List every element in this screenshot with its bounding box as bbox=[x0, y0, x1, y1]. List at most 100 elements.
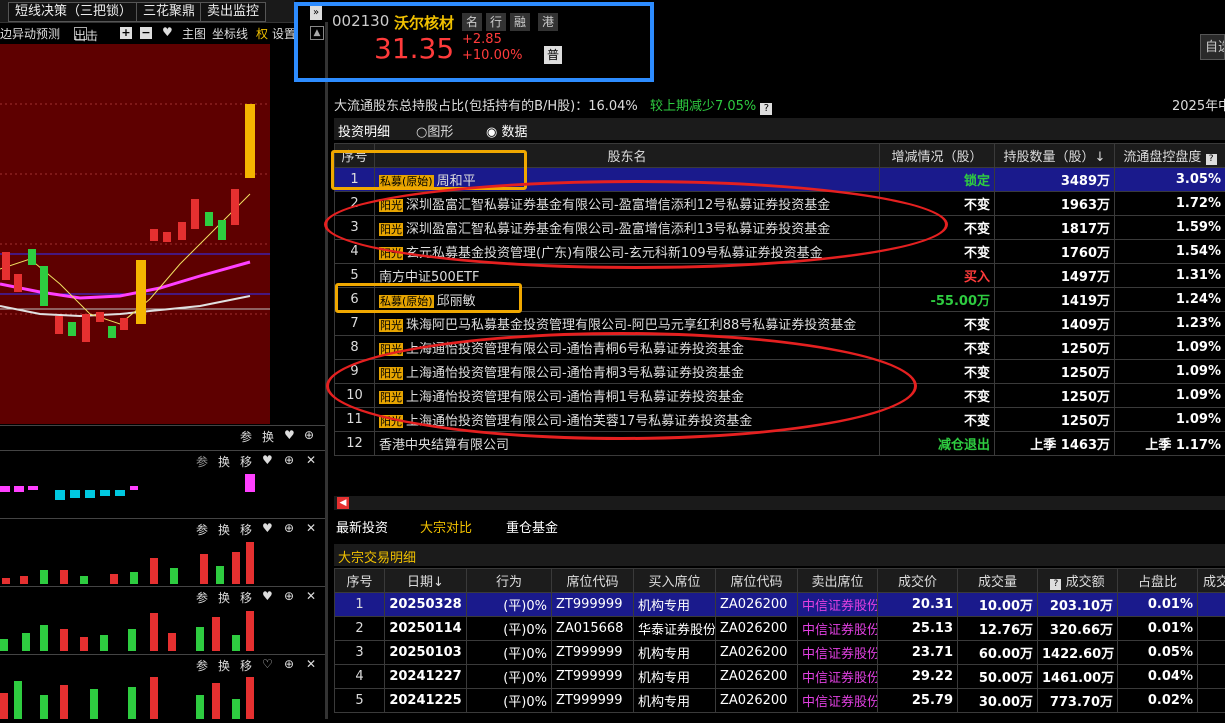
col-sell-code[interactable]: 席位代码 bbox=[716, 569, 798, 593]
tab-block-compare[interactable]: 大宗对比 bbox=[420, 517, 472, 536]
close-icon[interactable]: ✕ bbox=[306, 521, 316, 535]
sell-seat[interactable]: 中信证券股份 bbox=[798, 593, 878, 617]
stock-name[interactable]: 沃尔核材 bbox=[394, 12, 454, 33]
sell-seat[interactable]: 中信证券股份 bbox=[798, 641, 878, 665]
trade-price: 23.71 bbox=[878, 641, 958, 665]
table-row[interactable]: 320250103(平)0%ZT999999机构专用ZA026200中信证券股份… bbox=[335, 641, 1225, 665]
heart-icon[interactable]: ♥ bbox=[284, 428, 295, 442]
pu-badge[interactable]: 普 bbox=[544, 46, 562, 64]
help-icon[interactable]: ? bbox=[760, 103, 772, 115]
sell-seat[interactable]: 中信证券股份 bbox=[798, 617, 878, 641]
table-row[interactable]: 420241227(平)0%ZT999999机构专用ZA026200中信证券股份… bbox=[335, 665, 1225, 689]
heart-icon[interactable]: ♥ bbox=[262, 589, 273, 603]
col-no[interactable]: 序号 bbox=[335, 569, 385, 593]
table-row[interactable]: 220250114(平)0%ZA015668华泰证券股份ZA026200中信证券… bbox=[335, 617, 1225, 641]
close-icon[interactable]: ✕ bbox=[306, 657, 316, 671]
param-button[interactable]: 参 bbox=[240, 428, 252, 445]
table-row[interactable]: 520241225(平)0%ZT999999机构专用ZA026200中信证券股份… bbox=[335, 689, 1225, 713]
trade-volume: 30.00万 bbox=[958, 689, 1038, 713]
heart-icon[interactable]: ♥ bbox=[262, 453, 273, 467]
col-amount[interactable]: ? 成交额 bbox=[1038, 569, 1118, 593]
quan-button[interactable]: 权 bbox=[256, 25, 268, 42]
col-qty[interactable]: 持股数量（股）↓ bbox=[995, 144, 1115, 168]
col-volume[interactable]: 成交量 bbox=[958, 569, 1038, 593]
kline-chart[interactable] bbox=[0, 44, 270, 424]
param-button[interactable]: 参 bbox=[196, 521, 208, 538]
holder-name: 香港中央结算有限公司 bbox=[379, 438, 509, 453]
switch-button[interactable]: 换 bbox=[218, 453, 230, 470]
trade-price: 20.31 bbox=[878, 593, 958, 617]
switch-button[interactable]: 换 bbox=[262, 428, 274, 445]
tab-sell-monitor[interactable]: 卖出监控 bbox=[200, 2, 266, 22]
heart-icon[interactable]: ♥ bbox=[262, 521, 273, 535]
param-button[interactable]: 参 bbox=[196, 453, 208, 470]
zoom-icon[interactable]: ⊕ bbox=[304, 428, 314, 442]
zoom-icon[interactable]: ⊕ bbox=[284, 589, 294, 603]
scrollbar-horizontal[interactable]: ◀ bbox=[334, 496, 1225, 510]
move-button[interactable]: 移 bbox=[240, 657, 252, 674]
switch-button[interactable]: 换 bbox=[218, 589, 230, 606]
close-icon[interactable]: ✕ bbox=[306, 453, 316, 467]
param-button[interactable]: 参 bbox=[196, 589, 208, 606]
buy-seat[interactable]: 机构专用 bbox=[634, 641, 716, 665]
tag-gang[interactable]: 港 bbox=[538, 13, 558, 31]
heart-icon[interactable]: ♡ bbox=[262, 657, 273, 671]
report-period[interactable]: 2025年中 bbox=[1172, 95, 1225, 114]
col-ratio[interactable]: 占盘比 bbox=[1118, 569, 1198, 593]
sub-panel-3-toolbar: 参 换 移 ♥ ⊕ ✕ bbox=[0, 518, 325, 539]
scroll-left-icon[interactable]: ◀ bbox=[337, 497, 349, 509]
tab-sanhua[interactable]: 三花聚鼎 bbox=[136, 2, 202, 22]
help-icon[interactable]: ? bbox=[1050, 579, 1061, 590]
trade-action: (平)0% bbox=[467, 617, 552, 641]
table-row[interactable]: 120250328(平)0%ZT999999机构专用ZA026200中信证券股份… bbox=[335, 593, 1225, 617]
col-ratio[interactable]: 流通盘控盘度 ? bbox=[1115, 144, 1225, 168]
help-icon[interactable]: ? bbox=[1206, 154, 1217, 165]
holding-ratio: 1.54% bbox=[1115, 240, 1225, 264]
anomaly-predict-label[interactable]: 边异动预测 bbox=[0, 25, 60, 42]
tab-latest-invest[interactable]: 最新投资 bbox=[336, 517, 388, 536]
col-buyer[interactable]: 买入席位 bbox=[634, 569, 716, 593]
col-price[interactable]: 成交价 bbox=[878, 569, 958, 593]
col-seller[interactable]: 卖出席位 bbox=[798, 569, 878, 593]
radio-data[interactable]: ◉ 数据 bbox=[486, 121, 528, 140]
heart-icon[interactable]: ♥ bbox=[162, 25, 173, 39]
zoom-icon[interactable]: ⊕ bbox=[284, 453, 294, 467]
tab-heavy-fund[interactable]: 重仓基金 bbox=[506, 517, 558, 536]
radio-graph[interactable]: ○图形 bbox=[416, 121, 453, 140]
radio-graph-label: 图形 bbox=[427, 125, 453, 140]
zoom-icon[interactable]: ⊕ bbox=[284, 657, 294, 671]
main-chart-button[interactable]: 主图 bbox=[182, 25, 206, 42]
move-button[interactable]: 移 bbox=[240, 589, 252, 606]
tab-invest-detail[interactable]: 投资明细 bbox=[338, 121, 390, 140]
tag-rong[interactable]: 融 bbox=[510, 13, 530, 31]
param-button[interactable]: 参 bbox=[196, 657, 208, 674]
buy-seat[interactable]: 机构专用 bbox=[634, 689, 716, 713]
switch-button[interactable]: 换 bbox=[218, 521, 230, 538]
move-button[interactable]: 移 bbox=[240, 521, 252, 538]
col-date[interactable]: 日期↓ bbox=[385, 569, 467, 593]
add-favorite-button[interactable]: 自选 bbox=[1200, 34, 1225, 60]
close-icon[interactable]: ✕ bbox=[306, 589, 316, 603]
axis-line-button[interactable]: 坐标线 bbox=[212, 25, 248, 42]
buy-seat[interactable]: 机构专用 bbox=[634, 593, 716, 617]
settings-button[interactable]: 设置 bbox=[272, 25, 296, 42]
radio-data-label: 数据 bbox=[501, 125, 527, 140]
sell-seat[interactable]: 中信证券股份 bbox=[798, 689, 878, 713]
zoom-icon[interactable]: ⊕ bbox=[284, 521, 294, 535]
switch-button[interactable]: 换 bbox=[218, 657, 230, 674]
sell-seat[interactable]: 中信证券股份 bbox=[798, 665, 878, 689]
tag-hang[interactable]: 行 bbox=[486, 13, 506, 31]
col-extra[interactable]: 成交 bbox=[1198, 569, 1225, 593]
tag-ming[interactable]: 名 bbox=[462, 13, 482, 31]
pane-divider[interactable] bbox=[325, 22, 328, 719]
buy-seat[interactable]: 机构专用 bbox=[634, 665, 716, 689]
col-action[interactable]: 行为 bbox=[467, 569, 552, 593]
buy-seat[interactable]: 华泰证券股份 bbox=[634, 617, 716, 641]
move-button[interactable]: 移 bbox=[240, 453, 252, 470]
table-row[interactable]: 12香港中央结算有限公司减仓退出上季 1463万上季 1.17% bbox=[335, 432, 1225, 456]
col-buy-code[interactable]: 席位代码 bbox=[552, 569, 634, 593]
tab-short-decision[interactable]: 短线决策（三把锁） bbox=[8, 2, 139, 22]
table-row[interactable]: 7阳光珠海阿巴马私募基金投资管理有限公司-阿巴马元享红利88号私募证券投资基金不… bbox=[335, 312, 1225, 336]
holder-name: 珠海阿巴马私募基金投资管理有限公司-阿巴马元享红利88号私募证券投资基金 bbox=[406, 318, 856, 333]
col-change[interactable]: 增减情况（股） bbox=[880, 144, 995, 168]
